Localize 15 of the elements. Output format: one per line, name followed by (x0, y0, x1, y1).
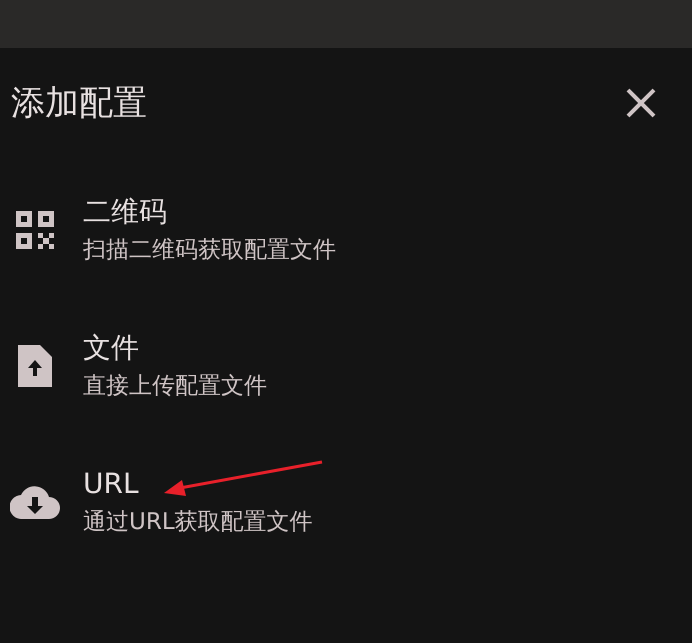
option-item[interactable]: URL 通过URL获取配置文件 (0, 434, 692, 570)
close-button[interactable] (624, 86, 658, 120)
option-title: URL (83, 466, 139, 502)
qr-code-icon (16, 211, 54, 249)
option-subtitle: 直接上传配置文件 (83, 372, 267, 401)
dialog-title: 添加配置 (11, 82, 147, 125)
file-upload-icon (18, 345, 52, 387)
option-title: 二维码 (83, 194, 167, 230)
close-icon (626, 88, 656, 118)
option-subtitle: 通过URL获取配置文件 (83, 508, 313, 537)
option-item[interactable]: 二维码 扫描二维码获取配置文件 (0, 162, 692, 298)
option-subtitle: 扫描二维码获取配置文件 (83, 236, 336, 265)
option-item[interactable]: 文件 直接上传配置文件 (0, 298, 692, 434)
option-title: 文件 (83, 330, 139, 366)
cloud-download-icon (10, 485, 60, 519)
